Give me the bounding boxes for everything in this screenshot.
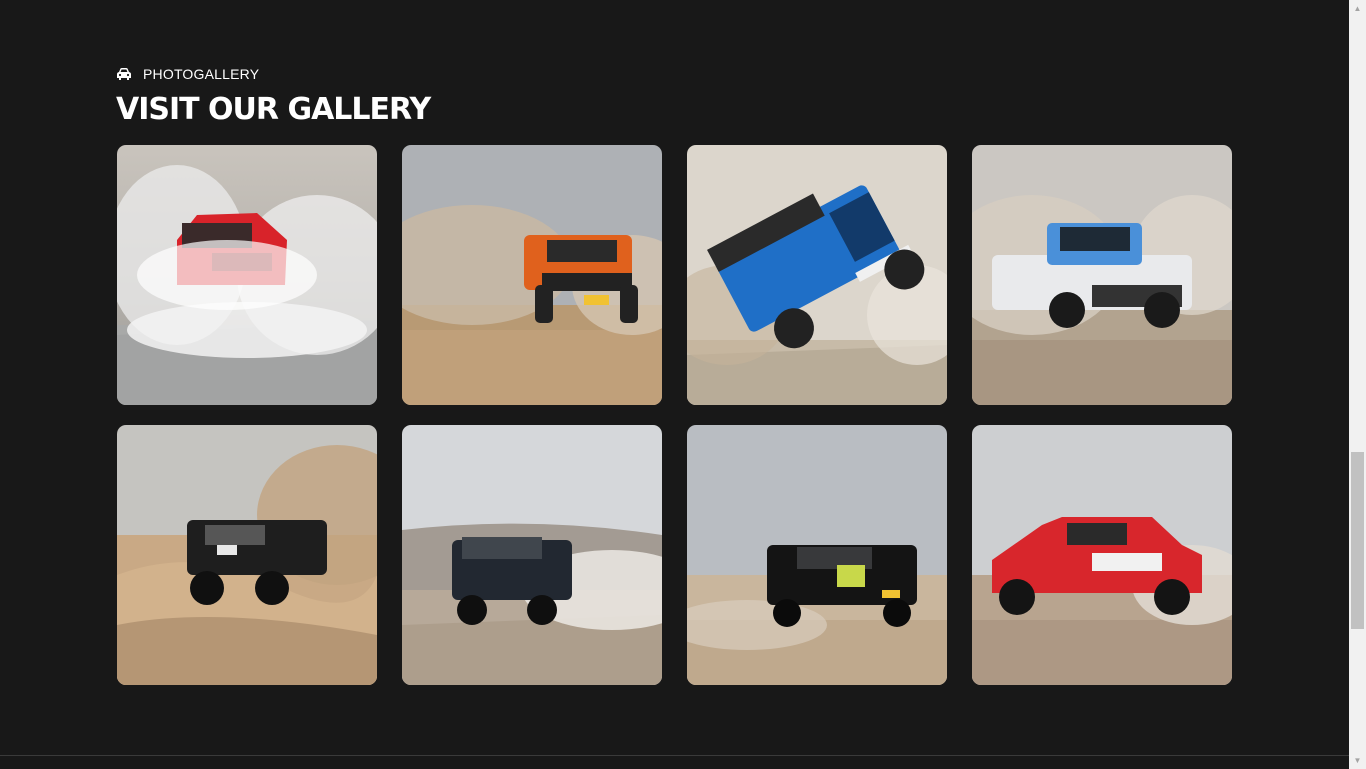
gallery-photo [687,425,947,685]
gallery-item-5[interactable] [117,425,377,685]
gallery-item-8[interactable] [972,425,1232,685]
gallery-grid [117,145,1232,685]
footer-divider [0,755,1349,756]
gallery-photo [402,145,662,405]
gallery-item-1[interactable] [117,145,377,405]
gallery-section: PHOTOGALLERY VISIT OUR GALLERY [116,64,1233,128]
gallery-photo [972,145,1232,405]
scroll-up-arrow-icon[interactable]: ▲ [1349,0,1366,17]
gallery-item-4[interactable] [972,145,1232,405]
gallery-photo [117,425,377,685]
page: PHOTOGALLERY VISIT OUR GALLERY [0,0,1349,769]
scroll-down-arrow-icon[interactable]: ▼ [1349,752,1366,769]
section-eyebrow: PHOTOGALLERY [116,64,1233,84]
gallery-item-7[interactable] [687,425,947,685]
gallery-item-3[interactable] [687,145,947,405]
car-icon [116,67,132,81]
gallery-photo [687,145,947,405]
scrollbar-thumb[interactable] [1351,452,1364,629]
eyebrow-label: PHOTOGALLERY [143,66,260,82]
gallery-photo [972,425,1232,685]
section-title: VISIT OUR GALLERY [116,92,431,127]
gallery-item-6[interactable] [402,425,662,685]
gallery-photo [117,145,377,405]
gallery-photo [402,425,662,685]
gallery-item-2[interactable] [402,145,662,405]
page-scrollbar[interactable]: ▲ ▼ [1349,0,1366,769]
